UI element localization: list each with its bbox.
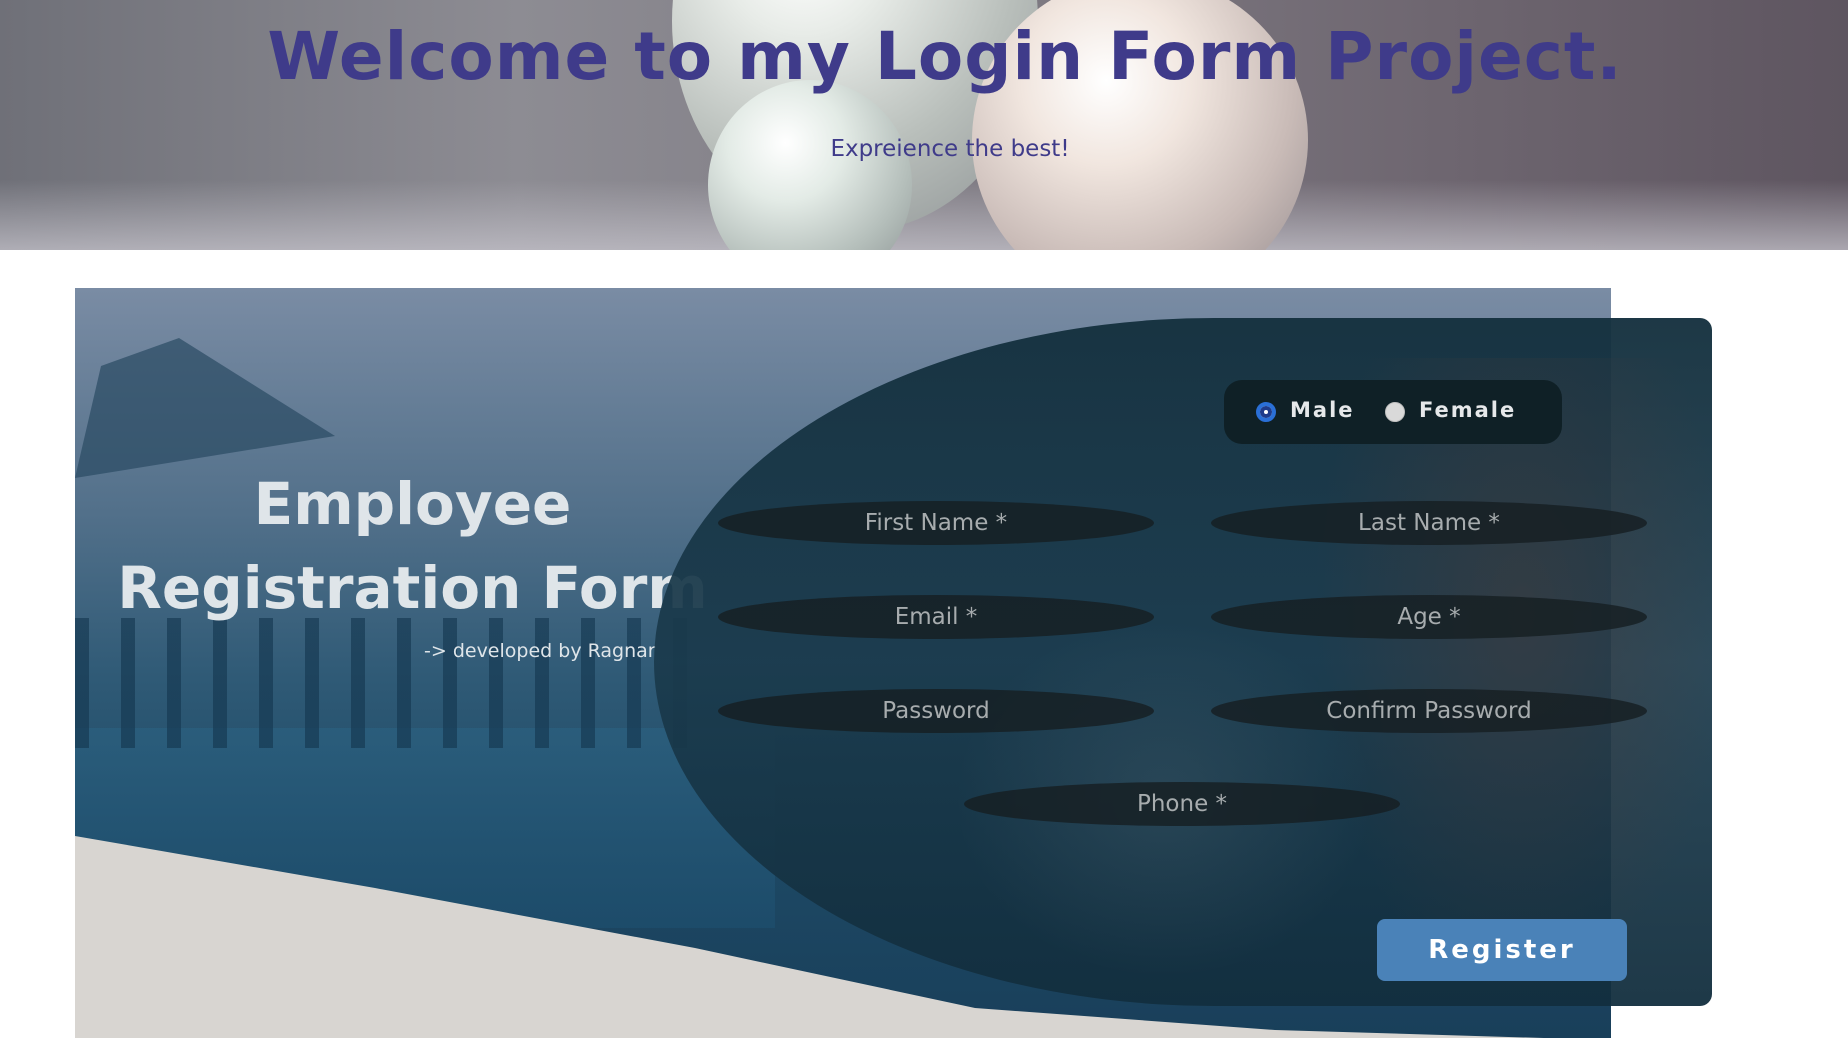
page-title: Welcome to my Login Form Project. [267, 18, 1623, 95]
first-name-placeholder: First Name * [864, 510, 1008, 536]
radio-female-label[interactable]: Female [1419, 398, 1516, 422]
password-placeholder: Password [882, 698, 990, 724]
hero-banner: Welcome to my Login Form Project. Exprei… [0, 0, 1848, 250]
phone-placeholder: Phone * [1136, 791, 1228, 817]
confirm-password-field[interactable]: Confirm Password [1211, 689, 1647, 733]
register-button[interactable]: Register [1377, 919, 1627, 981]
email-placeholder: Email * [894, 604, 978, 630]
first-name-field[interactable]: First Name * [718, 501, 1154, 545]
background-hut [75, 338, 335, 478]
radio-male[interactable] [1256, 402, 1276, 422]
form-heading-line2: Registration Form [117, 554, 708, 622]
page-subtitle: Expreience the best! [830, 136, 1070, 162]
email-field[interactable]: Email * [718, 595, 1154, 639]
background-pier [75, 618, 715, 748]
radio-female[interactable] [1385, 402, 1405, 422]
gender-selector: Male Female [1224, 380, 1562, 444]
confirm-password-placeholder: Confirm Password [1326, 698, 1532, 724]
password-field[interactable]: Password [718, 689, 1154, 733]
form-heading-line1: Employee [253, 470, 572, 538]
phone-field[interactable]: Phone * [964, 782, 1400, 826]
radio-male-label[interactable]: Male [1290, 398, 1355, 422]
form-heading: Employee Registration Form [75, 462, 750, 630]
age-placeholder: Age * [1397, 604, 1461, 630]
age-field[interactable]: Age * [1211, 595, 1647, 639]
last-name-placeholder: Last Name * [1358, 510, 1500, 536]
last-name-field[interactable]: Last Name * [1211, 501, 1647, 545]
developer-credit: -> developed by Ragnar [424, 640, 656, 662]
